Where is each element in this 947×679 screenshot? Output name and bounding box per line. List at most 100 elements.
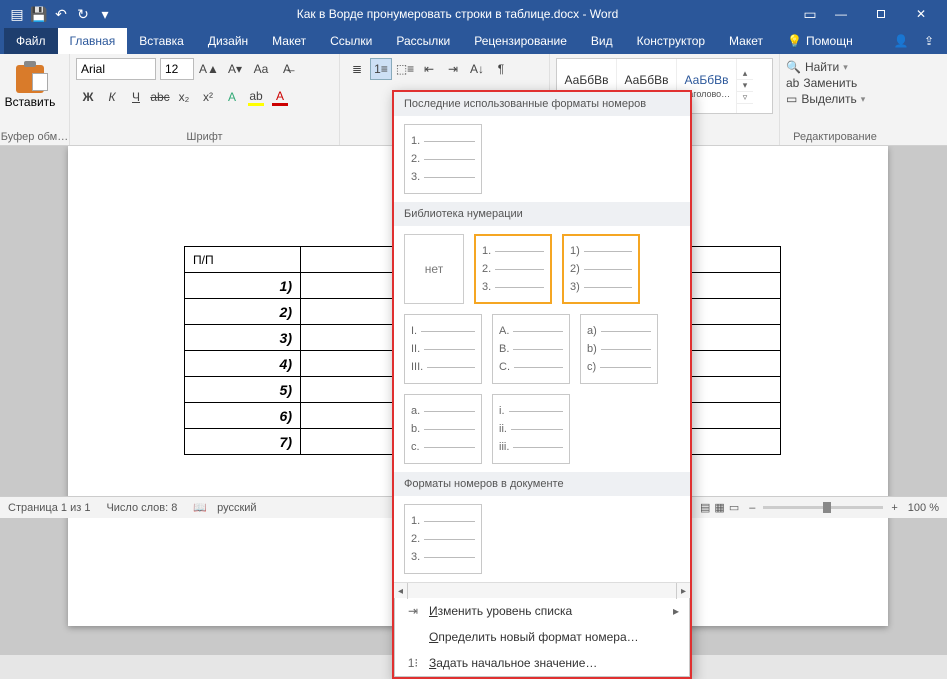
strike-button[interactable]: abc: [148, 86, 172, 108]
tab-view[interactable]: Вид: [579, 28, 625, 54]
header-cell[interactable]: П/П: [185, 247, 301, 273]
text-effects-button[interactable]: A: [220, 86, 244, 108]
numbering-format-roman-lower[interactable]: i. ii. iii.: [492, 394, 570, 464]
status-words[interactable]: Число слов: 8: [106, 502, 177, 514]
scroll-right-icon[interactable]: ▸: [676, 583, 690, 599]
show-marks-button[interactable]: ¶: [490, 58, 512, 80]
clear-format-icon[interactable]: A̶: [276, 58, 298, 80]
qat-customize-icon[interactable]: ▾: [94, 3, 116, 25]
group-editing: 🔍Найти▾ abЗаменить ▭Выделить▾ Редактиров…: [780, 54, 890, 145]
section-recent: Последние использованные форматы номеров: [394, 92, 690, 116]
numbering-format-lower-paren[interactable]: a) b) c): [580, 314, 658, 384]
view-read-icon[interactable]: ▤: [700, 501, 710, 514]
tab-mailings[interactable]: Рассылки: [384, 28, 462, 54]
grow-font-icon[interactable]: A▲: [198, 58, 220, 80]
menu-change-list-level[interactable]: ⇥ Изменить уровень списка ▸: [395, 598, 689, 624]
multilevel-button[interactable]: ⬚≡: [394, 58, 416, 80]
replace-button[interactable]: abЗаменить: [786, 76, 884, 90]
group-label-font: Шрифт: [70, 131, 339, 143]
group-clipboard: Вставить Буфер обм…: [0, 54, 70, 145]
font-color-button[interactable]: A: [268, 86, 292, 108]
section-in-document: Форматы номеров в документе: [394, 472, 690, 496]
subscript-button[interactable]: x₂: [172, 86, 196, 108]
tab-constructor[interactable]: Конструктор: [625, 28, 717, 54]
numbering-format-dot[interactable]: 1. 2. 3.: [474, 234, 552, 304]
menu-set-numbering-value[interactable]: 1⁝ Задать начальное значение…: [395, 650, 689, 676]
replace-icon: ab: [786, 76, 799, 90]
tab-insert[interactable]: Вставка: [127, 28, 196, 54]
numbering-format-paren[interactable]: 1) 2) 3): [562, 234, 640, 304]
numbering-format-recent[interactable]: 1. 2. 3.: [404, 124, 482, 194]
ribbon-display-icon[interactable]: ▭: [799, 3, 821, 25]
scroll-left-icon[interactable]: ◂: [394, 583, 408, 599]
view-print-icon[interactable]: ▦: [714, 501, 724, 514]
numbering-format-roman-upper[interactable]: I. II. III.: [404, 314, 482, 384]
tab-file[interactable]: Файл: [4, 28, 58, 54]
find-button[interactable]: 🔍Найти▾: [786, 60, 884, 74]
numbering-none[interactable]: нет: [404, 234, 464, 304]
undo-icon[interactable]: ↶: [50, 3, 72, 25]
group-font: A▲ A▾ Aa A̶ Ж К Ч abc x₂ x² A ab A Шрифт: [70, 54, 340, 145]
ribbon-tabs: Файл Главная Вставка Дизайн Макет Ссылки…: [0, 28, 947, 54]
numbering-format-indoc[interactable]: 1. 2. 3.: [404, 504, 482, 574]
group-label-clipboard: Буфер обм…: [0, 131, 69, 143]
tab-references[interactable]: Ссылки: [318, 28, 384, 54]
styles-more-button[interactable]: ▴▾▿: [737, 68, 753, 104]
indent-icon: ⇥: [405, 604, 421, 618]
select-button[interactable]: ▭Выделить▾: [786, 92, 884, 106]
tab-review[interactable]: Рецензирование: [462, 28, 579, 54]
numbering-gallery-popup: Последние использованные форматы номеров…: [392, 90, 692, 679]
shrink-font-icon[interactable]: A▾: [224, 58, 246, 80]
decrease-indent-button[interactable]: ⇤: [418, 58, 440, 80]
minimize-button[interactable]: —: [821, 0, 861, 28]
account-icon[interactable]: 👤: [887, 34, 915, 48]
section-library: Библиотека нумерации: [394, 202, 690, 226]
app-icon: ▤: [6, 3, 28, 25]
tab-tellme[interactable]: 💡Помощн: [775, 28, 865, 54]
paste-button[interactable]: Вставить: [6, 58, 54, 116]
paste-label: Вставить: [5, 95, 56, 109]
submenu-arrow-icon: ▸: [673, 604, 679, 618]
bullets-button[interactable]: ≣: [346, 58, 368, 80]
share-icon[interactable]: ⇪: [915, 34, 943, 48]
italic-button[interactable]: К: [100, 86, 124, 108]
highlight-button[interactable]: ab: [244, 86, 268, 108]
font-size-select[interactable]: [160, 58, 194, 80]
redo-icon[interactable]: ↻: [72, 3, 94, 25]
status-page[interactable]: Страница 1 из 1: [8, 502, 90, 514]
superscript-button[interactable]: x²: [196, 86, 220, 108]
spellcheck-icon[interactable]: 📖: [193, 501, 207, 514]
sort-button[interactable]: A↓: [466, 58, 488, 80]
status-lang[interactable]: русский: [217, 502, 256, 514]
save-icon[interactable]: 💾: [28, 3, 50, 25]
select-icon: ▭: [786, 92, 797, 106]
menu-define-new-number-format[interactable]: Определить новый формат номера…: [395, 624, 689, 650]
paste-icon: [16, 65, 44, 93]
tab-design[interactable]: Дизайн: [196, 28, 260, 54]
view-web-icon[interactable]: ▭: [729, 501, 739, 514]
bold-button[interactable]: Ж: [76, 86, 100, 108]
number-icon: 1⁝: [405, 656, 421, 670]
tab-layout[interactable]: Макет: [260, 28, 318, 54]
underline-button[interactable]: Ч: [124, 86, 148, 108]
zoom-level[interactable]: 100 %: [908, 502, 939, 514]
change-case-icon[interactable]: Aa: [250, 58, 272, 80]
popup-scrollbar[interactable]: ◂ ▸: [394, 582, 690, 598]
zoom-slider[interactable]: [763, 506, 883, 509]
tab-home[interactable]: Главная: [58, 28, 128, 54]
tab-layout2[interactable]: Макет: [717, 28, 775, 54]
restore-button[interactable]: [861, 0, 901, 28]
bulb-icon: 💡: [787, 34, 802, 48]
title-bar: ▤ 💾 ↶ ↻ ▾ Как в Ворде пронумеровать стро…: [0, 0, 947, 28]
increase-indent-button[interactable]: ⇥: [442, 58, 464, 80]
zoom-in-button[interactable]: +: [891, 502, 897, 514]
numbering-format-upper[interactable]: A. B. C.: [492, 314, 570, 384]
font-name-select[interactable]: [76, 58, 156, 80]
numbering-button[interactable]: 1≡: [370, 58, 392, 80]
numbering-menu: ⇥ Изменить уровень списка ▸ Определить н…: [394, 598, 690, 677]
search-icon: 🔍: [786, 60, 801, 74]
numbering-format-lower-dot[interactable]: a. b. c.: [404, 394, 482, 464]
close-button[interactable]: ✕: [901, 0, 941, 28]
group-label-editing: Редактирование: [780, 131, 890, 143]
zoom-out-button[interactable]: –: [749, 502, 755, 514]
